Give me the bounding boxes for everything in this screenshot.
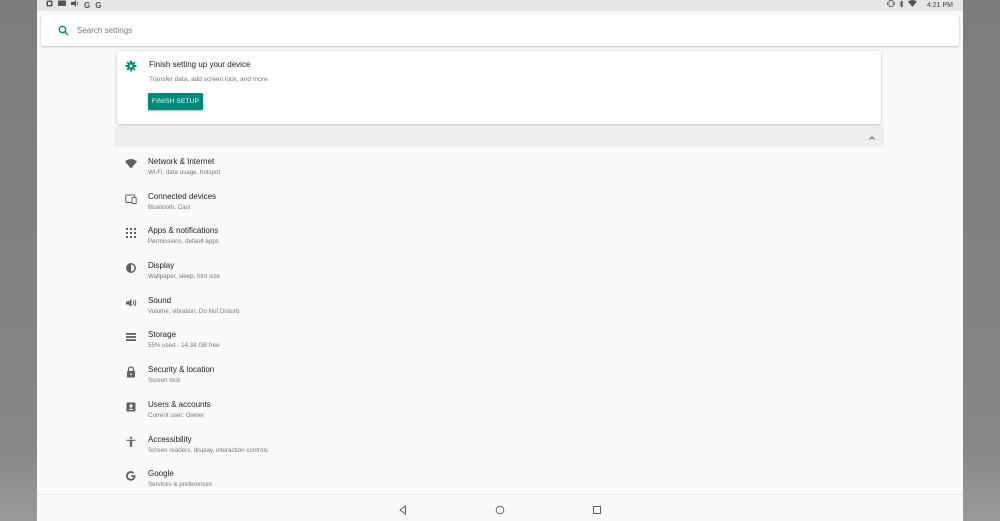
item-title: Apps & notifications (148, 226, 219, 236)
vibrate-icon (887, 0, 895, 11)
item-title: Storage (148, 330, 177, 340)
wifi-icon (907, 0, 917, 11)
google-icon (125, 470, 137, 482)
item-subtitle: Current user: Owner (148, 411, 205, 419)
android-icon (46, 0, 53, 11)
lock-icon (125, 366, 137, 378)
settings-item-google[interactable]: Google Services & preferences (114, 462, 884, 497)
settings-item-connected-devices[interactable]: Connected devices Bluetooth, Cast (114, 185, 884, 220)
settings-item-network[interactable]: Network & Internet Wi-Fi, data usage, ho… (114, 150, 884, 185)
settings-item-accessibility[interactable]: Accessibility Screen readers, display, i… (114, 428, 884, 463)
gear-icon (125, 59, 137, 72)
card-subtitle: Transfer data, add screen lock, and more (149, 76, 268, 83)
storage-icon (125, 331, 137, 343)
item-subtitle: Wi-Fi, data usage, hotspot (148, 169, 221, 176)
status-time: 4:21 PM (926, 2, 953, 9)
finish-setup-button[interactable]: FINISH SETUP (148, 93, 203, 110)
account-icon (125, 401, 137, 413)
navigation-bar (37, 494, 963, 521)
item-title: Connected devices (148, 191, 217, 201)
settings-item-display[interactable]: Display Wallpaper, sleep, font size (114, 254, 884, 289)
search-bar[interactable]: Search settings (41, 15, 959, 46)
search-icon (51, 19, 75, 43)
settings-screen: G G 4:21 PM Search settings Finish setti… (37, 0, 963, 521)
item-subtitle: Screen readers, display, interaction con… (148, 446, 268, 454)
settings-item-sound[interactable]: Sound Volume, vibration, Do Not Disturb (114, 289, 884, 324)
cast-icon (71, 0, 79, 11)
google-icon: G (84, 1, 91, 10)
suggestion-card: Finish setting up your device Transfer d… (117, 51, 881, 124)
item-subtitle: Services & preferences (148, 481, 212, 489)
card-title: Finish setting up your device (149, 60, 251, 69)
item-title: Security & location (148, 365, 215, 375)
bluetooth-icon (899, 0, 904, 12)
settings-item-security[interactable]: Security & location Screen lock (114, 358, 884, 393)
item-subtitle: Wallpaper, sleep, font size (148, 273, 220, 281)
settings-item-storage[interactable]: Storage 55% used - 14.34 GB free (114, 323, 884, 358)
item-title: Users & accounts (148, 399, 211, 409)
item-title: Sound (148, 295, 172, 305)
settings-item-users[interactable]: Users & accounts Current user: Owner (114, 393, 884, 428)
item-subtitle: Permissions, default apps (148, 238, 219, 246)
google-icon: G (95, 1, 102, 10)
back-icon[interactable] (397, 503, 409, 515)
accessibility-icon (125, 436, 137, 448)
item-subtitle: 55% used - 14.34 GB free (148, 342, 220, 350)
brightness-icon (125, 262, 137, 274)
item-subtitle: Volume, vibration, Do Not Disturb (148, 307, 240, 315)
item-subtitle: Screen lock (148, 377, 181, 385)
message-icon (58, 0, 66, 11)
settings-item-apps[interactable]: Apps & notifications Permissions, defaul… (114, 219, 884, 254)
devices-icon (125, 193, 137, 205)
suggestions-collapse-bar[interactable] (114, 127, 884, 147)
chevron-up-icon[interactable] (866, 131, 878, 143)
recents-icon[interactable] (591, 503, 603, 515)
status-bar: G G 4:21 PM (37, 0, 963, 11)
settings-list: Network & Internet Wi-Fi, data usage, ho… (114, 150, 884, 497)
search-input[interactable]: Search settings (77, 26, 132, 35)
item-title: Accessibility (148, 434, 192, 444)
item-title: Display (148, 261, 175, 271)
volume-icon (125, 297, 137, 309)
item-subtitle: Bluetooth, Cast (148, 203, 191, 211)
apps-icon (125, 227, 137, 239)
item-title: Network & Internet (148, 157, 215, 166)
home-icon[interactable] (494, 503, 506, 515)
item-title: Google (148, 469, 174, 479)
wifi-icon (125, 158, 137, 170)
